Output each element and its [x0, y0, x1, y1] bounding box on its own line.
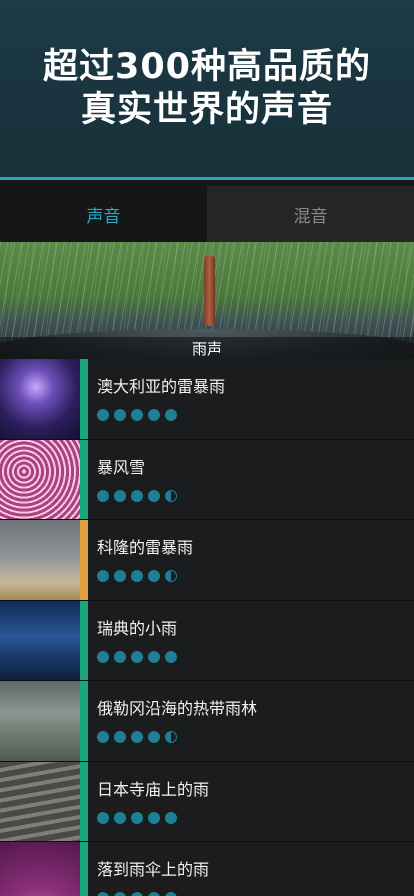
sound-title: 科隆的雷暴雨 [97, 538, 194, 557]
rating-dot-full [131, 409, 143, 421]
rating-dots [97, 650, 177, 663]
sound-title: 落到雨伞上的雨 [97, 860, 210, 879]
rating-dot-full [148, 489, 160, 502]
sound-title: 瑞典的小雨 [97, 618, 178, 638]
sound-thumbnail [0, 681, 80, 761]
rating-dot-full [97, 811, 109, 824]
sound-title: 日本寺庙上的雨 [97, 779, 210, 799]
rating-dot-full [114, 731, 126, 743]
rating-dot-half [165, 489, 177, 502]
rating-dot-full [131, 892, 143, 896]
rating-dot-half [165, 731, 177, 743]
rating-dot-full [131, 489, 143, 502]
rating-dot-full [97, 409, 109, 421]
sound-status-bar [80, 359, 88, 439]
rating-dot-full [97, 650, 109, 663]
promo-line-1: 超过300种高品质的 [42, 46, 372, 87]
rating-dot-full [114, 892, 126, 896]
sound-row[interactable]: 瑞典的小雨 [0, 600, 414, 681]
sound-thumbnail [0, 439, 80, 519]
rating-dots [97, 731, 257, 743]
category-banner-rain[interactable]: 雨声 [0, 242, 414, 359]
rating-dot-full [165, 892, 177, 896]
rating-dots [97, 811, 209, 824]
rating-dot-full [97, 570, 109, 582]
sound-thumbnail [0, 600, 80, 680]
promo-line-2: 真实世界的声音 [80, 89, 333, 130]
rating-dots [97, 892, 209, 896]
rating-dots [97, 489, 177, 502]
rating-dot-full [131, 570, 143, 582]
sound-status-bar [80, 761, 88, 841]
rating-dot-half [165, 570, 177, 582]
rating-dot-full [114, 811, 126, 824]
rating-dot-full [97, 731, 109, 743]
rating-dots [97, 409, 225, 421]
sound-thumbnail [0, 761, 80, 841]
sound-row[interactable]: 科隆的雷暴雨 [0, 520, 414, 601]
sound-row[interactable]: 暴风雪 [0, 439, 414, 520]
rating-dot-full [114, 489, 126, 502]
rating-dot-full [148, 811, 160, 824]
sound-title: 暴风雪 [97, 457, 146, 477]
sound-list: 澳大利亚的雷暴雨 暴风雪 科隆的雷暴雨 瑞典的小雨 俄勒冈沿海的热带雨林 日本寺… [0, 359, 414, 896]
rating-dot-full [114, 650, 126, 663]
tab-sounds[interactable]: 声音 [0, 186, 207, 242]
sound-row[interactable]: 落到雨伞上的雨 [0, 842, 414, 896]
sound-row[interactable]: 澳大利亚的雷暴雨 [0, 359, 414, 440]
rating-dot-full [165, 409, 177, 421]
rating-dot-full [165, 650, 177, 663]
sound-row[interactable]: 日本寺庙上的雨 [0, 761, 414, 842]
sound-thumbnail [0, 359, 80, 439]
rating-dot-full [148, 570, 160, 582]
tab-mixes[interactable]: 混音 [207, 186, 414, 242]
promo-header: 超过300种高品质的 真实世界的声音 [0, 0, 414, 180]
sound-row[interactable]: 俄勒冈沿海的热带雨林 [0, 681, 414, 762]
category-label: 雨声 [0, 337, 414, 359]
rating-dot-full [131, 650, 143, 663]
rating-dot-full [97, 489, 109, 502]
sound-status-bar [80, 600, 88, 680]
tab-bar: 声音 混音 [0, 186, 414, 242]
sound-title: 澳大利亚的雷暴雨 [97, 377, 226, 396]
rating-dots [97, 570, 193, 582]
rating-dot-full [114, 409, 126, 421]
sound-status-bar [80, 842, 88, 896]
sound-status-bar [80, 681, 88, 761]
sound-title: 俄勒冈沿海的热带雨林 [97, 699, 258, 718]
umbrella-pole-image [204, 256, 215, 326]
rating-dot-full [148, 409, 160, 421]
rating-dot-full [165, 811, 177, 824]
rating-dot-full [97, 892, 109, 896]
sound-thumbnail [0, 520, 80, 600]
rating-dot-full [131, 731, 143, 743]
sound-status-bar [80, 520, 88, 600]
rating-dot-full [148, 731, 160, 743]
rating-dot-full [131, 811, 143, 824]
rating-dot-full [148, 892, 160, 896]
sound-status-bar [80, 439, 88, 519]
sound-thumbnail [0, 842, 80, 896]
rating-dot-full [114, 570, 126, 582]
rating-dot-full [148, 650, 160, 663]
